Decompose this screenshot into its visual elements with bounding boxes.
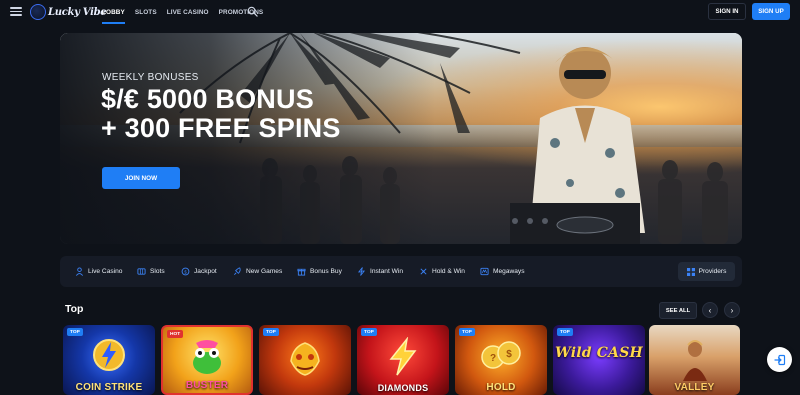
join-now-button[interactable]: JOIN NOW (102, 167, 180, 189)
svg-text:$: $ (184, 269, 187, 274)
category-label: Hold & Win (432, 268, 465, 275)
category-label: Instant Win (370, 268, 403, 275)
live-casino-icon (75, 267, 84, 276)
hero-kicker: WEEKLY BONUSES (102, 72, 199, 83)
tile-badge: TOP (361, 328, 377, 336)
game-tile-valley[interactable]: VALLEY (649, 325, 740, 395)
nav-slots[interactable]: SLOTS (135, 0, 157, 24)
hero-banner[interactable]: WEEKLY BONUSES $/€ 5000 BONUS + 300 FREE… (60, 33, 742, 244)
nav-live-casino[interactable]: LIVE CASINO (167, 0, 209, 24)
category-label: Megaways (493, 268, 525, 275)
section-title-top: Top (65, 303, 84, 315)
sign-up-button[interactable]: SIGN UP (752, 3, 790, 20)
svg-text:$: $ (506, 349, 512, 360)
see-all-button[interactable]: SEE ALL (659, 302, 697, 319)
floating-exit-button[interactable] (767, 347, 792, 372)
lightning-coin-icon (93, 339, 125, 371)
category-megaways[interactable]: Megaways (480, 256, 525, 287)
search-icon[interactable] (247, 6, 258, 17)
tile-badge: HOT (167, 330, 184, 338)
category-jackpot[interactable]: $ Jackpot (181, 256, 217, 287)
hamburger-menu-icon[interactable] (10, 5, 22, 17)
next-arrow-button[interactable]: › (724, 302, 740, 318)
slots-icon (137, 268, 146, 275)
category-slots[interactable]: Slots (137, 256, 165, 287)
logo-text: Lucky Vibe (48, 6, 107, 18)
category-hold-win[interactable]: Hold & Win (419, 256, 465, 287)
category-label: Bonus Buy (310, 268, 342, 275)
game-title: Wild CASH (555, 345, 643, 361)
game-tile-buster[interactable]: HOT BUSTER (161, 325, 253, 395)
warrior-icon (682, 340, 707, 381)
chevron-right-icon: › (730, 305, 734, 315)
prev-arrow-button[interactable]: ‹ (702, 302, 718, 318)
lightning-bolt-icon (389, 337, 417, 376)
coins-icon: ? $ (481, 341, 521, 369)
game-title: VALLEY (674, 382, 715, 393)
exit-icon (773, 354, 785, 365)
game-tile-diamonds[interactable]: TOP DIAMONDS (357, 325, 449, 395)
category-label: Slots (150, 268, 165, 275)
game-title: HOLD (486, 382, 516, 393)
svg-text:?: ? (490, 353, 496, 364)
logo[interactable]: Lucky Vibe (30, 2, 107, 22)
rocket-icon (234, 267, 241, 275)
hero-title: $/€ 5000 BONUS + 300 FREE SPINS (101, 85, 341, 143)
category-bonus-buy[interactable]: Bonus Buy (297, 256, 342, 287)
game-title: BUSTER (185, 380, 229, 391)
providers-label: Providers (698, 268, 727, 275)
category-label: Live Casino (88, 268, 123, 275)
game-tile-dragon[interactable]: TOP (259, 325, 351, 395)
top-navbar: Lucky Vibe LOBBY SLOTS LIVE CASINO PROMO… (0, 0, 800, 24)
game-tile-coin-strike[interactable]: TOP COIN STRIKE (63, 325, 155, 395)
chevron-left-icon: ‹ (708, 305, 712, 315)
sign-in-button[interactable]: SIGN IN (708, 3, 746, 20)
category-label: Jackpot (194, 268, 217, 275)
hero-title-line-1: $/€ 5000 BONUS (101, 84, 314, 114)
dragon-icon (290, 342, 320, 376)
category-instant-win[interactable]: Instant Win (357, 256, 403, 287)
jackpot-icon: $ (181, 267, 190, 276)
hold-win-icon (420, 268, 427, 275)
megaways-icon (480, 267, 489, 276)
game-tile-hold[interactable]: ? $ TOP HOLD (455, 325, 547, 395)
category-label: New Games (246, 268, 283, 275)
providers-button[interactable]: Providers (678, 262, 735, 281)
grid-icon (686, 267, 695, 276)
dj-image (510, 47, 645, 244)
tile-badge: TOP (67, 328, 83, 336)
logo-mark (30, 4, 46, 20)
nav-lobby[interactable]: LOBBY (102, 0, 125, 24)
category-live-casino[interactable]: Live Casino (75, 256, 122, 287)
hero-title-line-2: + 300 FREE SPINS (101, 113, 341, 143)
lightning-icon (357, 267, 366, 276)
frog-character-icon (193, 340, 221, 374)
game-title: DIAMONDS (377, 383, 429, 393)
tile-badge: TOP (557, 328, 573, 336)
gift-icon (297, 268, 306, 276)
game-tile-wild-cash[interactable]: Wild CASH TOP (553, 325, 645, 395)
tile-badge: TOP (459, 328, 475, 336)
category-new-games[interactable]: New Games (233, 256, 282, 287)
game-title: COIN STRIKE (75, 382, 143, 393)
tile-badge: TOP (263, 328, 279, 336)
